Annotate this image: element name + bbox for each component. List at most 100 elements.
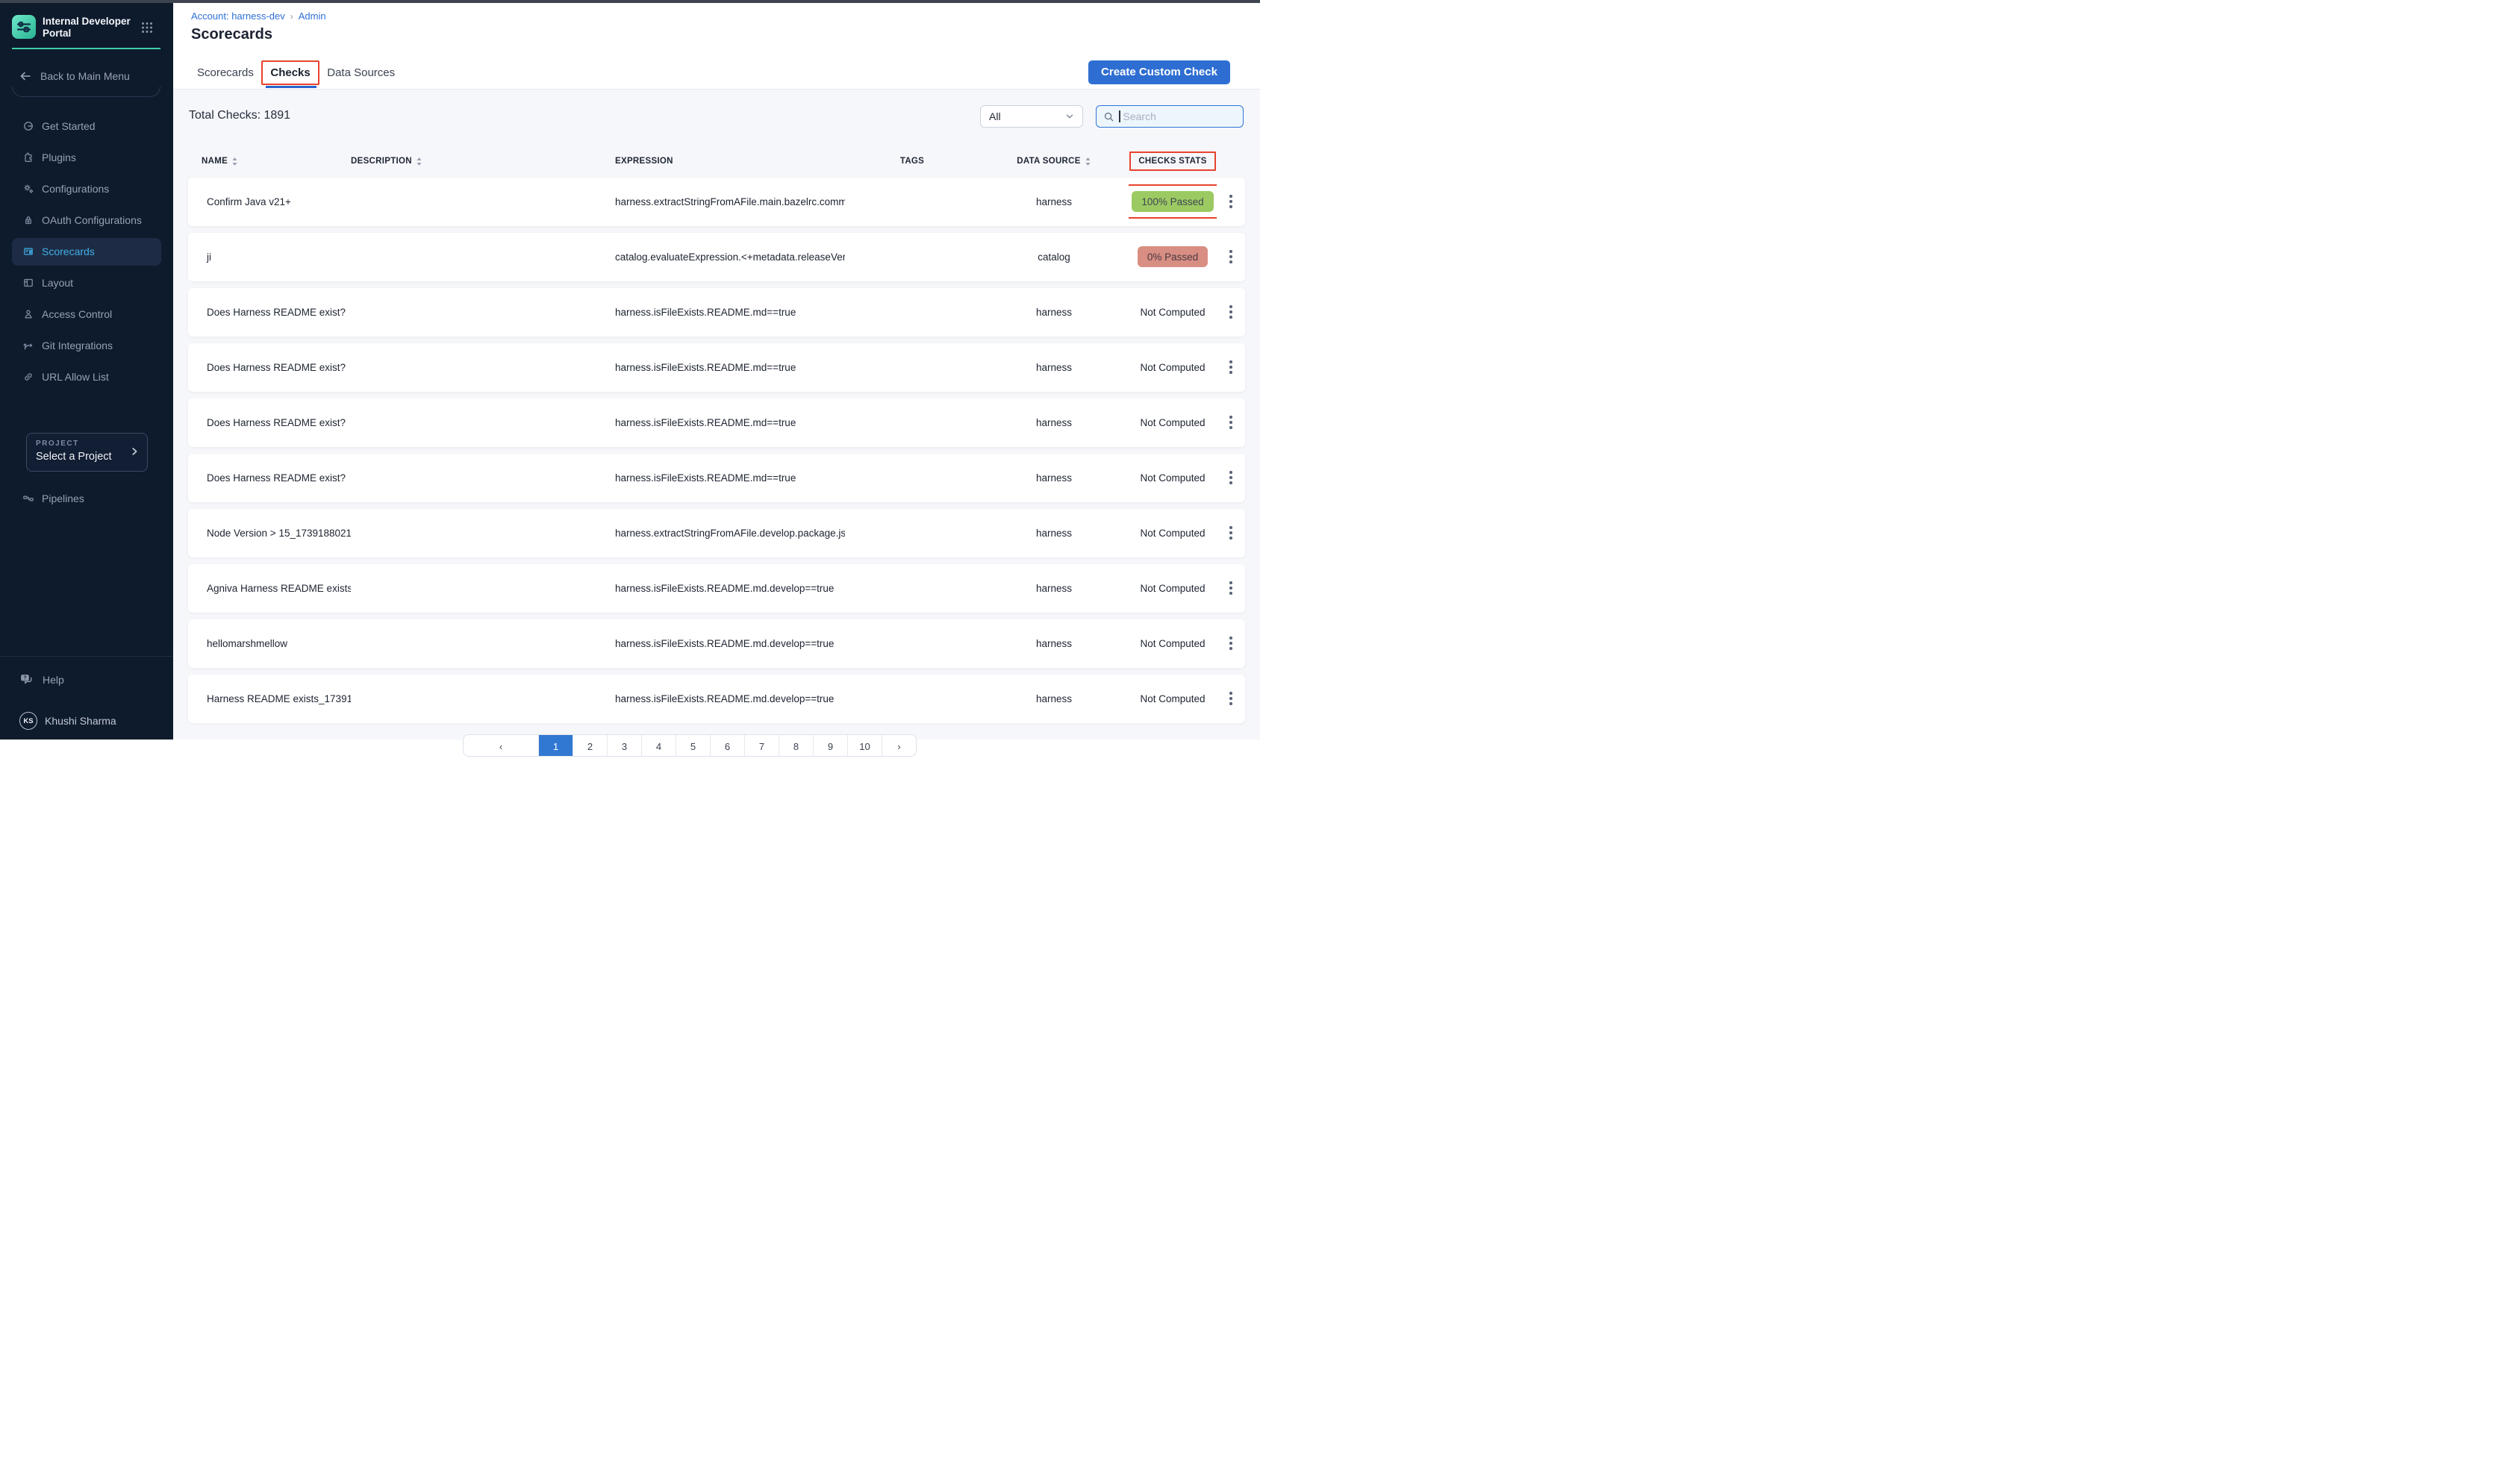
brand-underline [12,48,160,49]
help-chat-icon: ? [19,672,34,687]
check-stats: Not Computed [1129,307,1217,318]
check-name: Confirm Java v21+ [188,196,351,207]
check-data-source: harness [979,362,1129,373]
table-row[interactable]: Does Harness README exist? harness.isFil… [188,398,1245,447]
svg-text:?: ? [23,676,26,681]
sidebar-footer-divider [0,656,173,657]
row-menu-button[interactable] [1225,411,1237,434]
pagination-page-8[interactable]: 8 [779,735,813,757]
annotation-box-stats-badge: 100% Passed [1129,184,1217,219]
check-expression: harness.isFileExists.README.md==true [605,472,845,484]
create-custom-check-button[interactable]: Create Custom Check [1088,60,1230,84]
column-header-tags: TAGS [845,157,979,166]
avatar: KS [19,712,37,730]
sidebar-item-access-control[interactable]: Access Control [12,298,161,330]
pagination-page-3[interactable]: 3 [607,735,641,757]
user-menu[interactable]: KS Khushi Sharma [19,712,116,730]
pagination-page-7[interactable]: 7 [744,735,779,757]
search-input[interactable] [1123,110,1228,122]
sidebar-item-plugins[interactable]: Plugins [12,142,161,173]
help-button[interactable]: ? Help [19,672,64,687]
sidebar-item-layout[interactable]: Layout [12,267,161,298]
pagination-prev[interactable]: ‹ [464,735,538,757]
pagination-next[interactable]: › [882,735,916,757]
check-stats: Not Computed [1129,583,1217,594]
tab-data-sources[interactable]: Data Sources [327,62,395,84]
breadcrumb-admin-link[interactable]: Admin [299,10,326,22]
total-checks-count: Total Checks: 1891 [189,109,290,122]
table-row[interactable]: Harness README exists_173917... harness.… [188,675,1245,723]
row-menu-button[interactable] [1225,632,1237,654]
sort-icon[interactable] [416,157,422,166]
row-menu-button[interactable] [1225,466,1237,489]
pagination-page-9[interactable]: 9 [813,735,847,757]
table-row[interactable]: Does Harness README exist? harness.isFil… [188,288,1245,337]
check-data-source: harness [979,693,1129,704]
table-row[interactable]: ji catalog.evaluateExpression.<+metadata… [188,233,1245,281]
pagination-page-6[interactable]: 6 [710,735,744,757]
check-expression: harness.isFileExists.README.md==true [605,417,845,428]
pagination-page-1[interactable]: 1 [538,735,573,757]
sidebar-item-git-integrations[interactable]: Git Integrations [12,330,161,361]
sidebar-item-configurations[interactable]: Configurations [12,173,161,204]
row-menu-button[interactable] [1225,522,1237,544]
back-to-main-menu[interactable]: Back to Main Menu [19,69,130,83]
row-menu-button[interactable] [1225,246,1237,268]
row-menu-button[interactable] [1225,190,1237,213]
annotation-box-checks-stats-header: CHECKS STATS [1129,151,1215,171]
stats-text: Not Computed [1140,362,1205,373]
row-menu-button[interactable] [1225,301,1237,323]
table-row[interactable]: Agniva Harness README exists... harness.… [188,564,1245,613]
sidebar-item-url-allow-list[interactable]: URL Allow List [12,361,161,393]
pipelines-icon [22,493,34,504]
check-expression: catalog.evaluateExpression.<+metadata.re… [605,251,845,263]
access-control-icon [22,308,34,320]
sidebar-item-scorecards[interactable]: Scorecards [12,238,161,266]
text-cursor [1119,110,1120,122]
table-row[interactable]: Node Version > 15_1739188021... harness.… [188,509,1245,557]
help-label: Help [43,674,64,686]
sort-icon[interactable] [231,157,238,166]
row-menu-button[interactable] [1225,687,1237,710]
check-data-source: harness [979,307,1129,318]
sidebar-item-get-started[interactable]: Get Started [12,110,161,142]
pagination-page-2[interactable]: 2 [573,735,607,757]
column-header-expression: EXPRESSION [605,157,845,166]
brand-title: Internal Developer Portal [43,15,134,40]
breadcrumb-account-link[interactable]: Account: harness-dev [191,10,285,22]
pagination-page-10[interactable]: 10 [847,735,882,757]
check-data-source: harness [979,472,1129,484]
table-row[interactable]: Confirm Java v21+ harness.extractStringF… [188,178,1245,226]
pagination-page-4[interactable]: 4 [641,735,676,757]
row-menu-button[interactable] [1225,356,1237,378]
tab-checks[interactable]: Checks [270,66,310,79]
column-header-data-source[interactable]: DATA SOURCE [979,157,1129,166]
table-row[interactable]: hellomarshmellow harness.isFileExists.RE… [188,619,1245,668]
url-icon [22,371,34,383]
filter-dropdown[interactable]: All [980,105,1083,128]
sort-icon[interactable] [1085,157,1091,166]
check-expression: harness.isFileExists.README.md.develop==… [605,693,845,704]
check-name: Agniva Harness README exists... [188,583,351,594]
check-stats: Not Computed [1129,638,1217,649]
sidebar-item-oauth-configurations[interactable]: OAuth Configurations [12,204,161,236]
table-row[interactable]: Does Harness README exist? harness.isFil… [188,454,1245,502]
stats-text: Not Computed [1140,583,1205,594]
check-data-source: harness [979,583,1129,594]
app-grid-icon[interactable] [141,22,153,34]
pagination: ‹12345678910› [463,734,917,757]
check-expression: harness.isFileExists.README.md.develop==… [605,583,845,594]
user-name: Khushi Sharma [45,715,116,727]
row-menu-button[interactable] [1225,577,1237,599]
table-row[interactable]: Does Harness README exist? harness.isFil… [188,343,1245,392]
project-selector[interactable]: PROJECT Select a Project [26,433,148,472]
chevron-right-icon [129,446,140,460]
stats-badge: 100% Passed [1132,191,1213,212]
tab-scorecards[interactable]: Scorecards [197,62,254,84]
pagination-page-5[interactable]: 5 [676,735,710,757]
column-header-description[interactable]: DESCRIPTION [351,157,605,166]
sidebar-menu: Get Started Plugins Configurations OAuth… [12,110,161,393]
sidebar-item-pipelines[interactable]: Pipelines [12,483,161,514]
column-header-name[interactable]: NAME [188,157,351,166]
check-stats: 0% Passed [1129,246,1217,267]
